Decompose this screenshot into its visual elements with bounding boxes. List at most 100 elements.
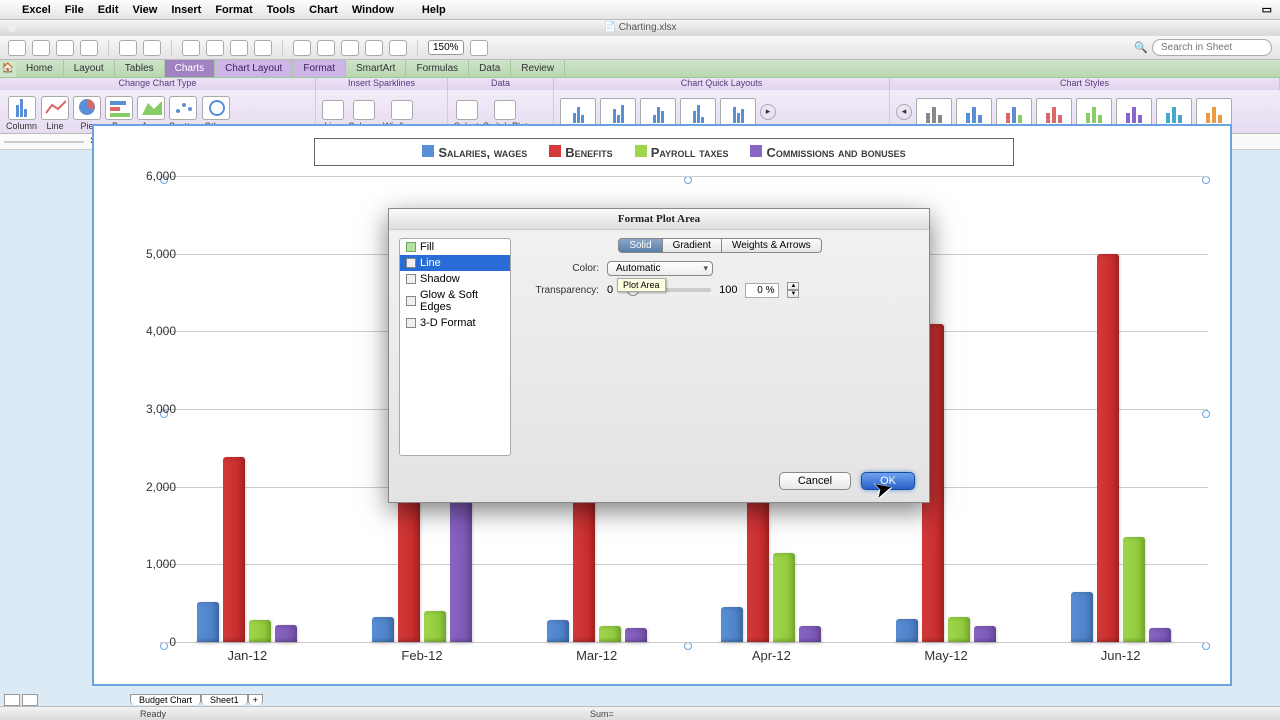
help-icon[interactable]	[470, 40, 488, 56]
menu-file[interactable]: File	[65, 4, 84, 16]
quick-layouts-more-icon[interactable]: ▸	[760, 104, 776, 120]
bar-payroll-taxes[interactable]	[773, 553, 795, 642]
chart-type-column[interactable]: Column	[6, 96, 37, 131]
chart-style-5[interactable]	[1076, 98, 1112, 126]
paste-icon[interactable]	[230, 40, 248, 56]
sort-icon[interactable]	[293, 40, 311, 56]
page-layout-view-button[interactable]	[22, 694, 38, 706]
bar-commissions-and-bonuses[interactable]	[799, 626, 821, 642]
bar-salaries-wages[interactable]	[1071, 592, 1093, 642]
chart-style-1[interactable]	[916, 98, 952, 126]
category-glow[interactable]: Glow & Soft Edges	[400, 287, 510, 315]
undo-icon[interactable]	[119, 40, 137, 56]
quick-layout-4[interactable]	[680, 98, 716, 126]
bar-commissions-and-bonuses[interactable]	[450, 494, 472, 642]
menubar-right-icon[interactable]: ▭	[1262, 3, 1272, 16]
sheet-tab-sheet1[interactable]: Sheet1	[201, 694, 248, 705]
menu-view[interactable]: View	[132, 4, 157, 16]
quick-layout-1[interactable]	[560, 98, 596, 126]
styles-prev-icon[interactable]: ◂	[896, 104, 912, 120]
bar-payroll-taxes[interactable]	[249, 620, 271, 642]
copy-icon[interactable]	[206, 40, 224, 56]
tab-tables[interactable]: Tables	[115, 60, 165, 77]
format-painter-icon[interactable]	[254, 40, 272, 56]
bar-payroll-taxes[interactable]	[599, 626, 621, 642]
menu-chart[interactable]: Chart	[309, 4, 338, 16]
stepper-up-icon[interactable]: ▲	[787, 282, 799, 290]
segment-gradient[interactable]: Gradient	[663, 238, 722, 253]
ok-button[interactable]: OK	[861, 472, 915, 490]
bar-commissions-and-bonuses[interactable]	[625, 628, 647, 642]
tab-layout[interactable]: Layout	[64, 60, 115, 77]
chart-style-7[interactable]	[1156, 98, 1192, 126]
color-dropdown[interactable]: Automatic	[607, 261, 713, 276]
tab-home[interactable]: Home	[16, 60, 64, 77]
menu-help[interactable]: Help	[422, 4, 446, 16]
name-box[interactable]	[4, 141, 84, 143]
category-fill[interactable]: Fill	[400, 239, 510, 255]
transparency-value[interactable]: 0 %	[745, 283, 779, 298]
chart-style-2[interactable]	[956, 98, 992, 126]
plot-handle[interactable]	[684, 642, 692, 650]
toolbox-icon[interactable]	[389, 40, 407, 56]
bar-salaries-wages[interactable]	[547, 620, 569, 642]
chart-legend[interactable]: Salaries, wages Benefits Payroll taxes C…	[314, 138, 1014, 166]
tab-data[interactable]: Data	[469, 60, 511, 77]
stepper-down-icon[interactable]: ▼	[787, 290, 799, 298]
tab-charts[interactable]: Charts	[165, 60, 215, 77]
sheet-tab-budget[interactable]: Budget Chart	[130, 694, 201, 705]
bar-payroll-taxes[interactable]	[948, 617, 970, 642]
category-shadow[interactable]: Shadow	[400, 271, 510, 287]
segment-weights[interactable]: Weights & Arrows	[722, 238, 822, 253]
plot-handle[interactable]	[160, 642, 168, 650]
bar-benefits[interactable]	[223, 457, 245, 642]
save-icon[interactable]	[56, 40, 74, 56]
chart-style-6[interactable]	[1116, 98, 1152, 126]
segment-solid[interactable]: Solid	[618, 238, 662, 253]
bar-salaries-wages[interactable]	[372, 617, 394, 642]
transparency-stepper[interactable]: ▲▼	[787, 282, 799, 298]
chart-style-4[interactable]	[1036, 98, 1072, 126]
home-icon[interactable]: 🏠	[0, 60, 16, 77]
filter-icon[interactable]	[317, 40, 335, 56]
menu-edit[interactable]: Edit	[98, 4, 119, 16]
quick-layout-3[interactable]	[640, 98, 676, 126]
bar-salaries-wages[interactable]	[896, 619, 918, 642]
redo-icon[interactable]	[143, 40, 161, 56]
autosum-icon[interactable]	[341, 40, 359, 56]
normal-view-button[interactable]	[4, 694, 20, 706]
chart-type-line[interactable]: Line	[41, 96, 69, 131]
fx-icon[interactable]	[365, 40, 383, 56]
quick-layout-5[interactable]	[720, 98, 756, 126]
category-line[interactable]: Line	[400, 255, 510, 271]
bar-payroll-taxes[interactable]	[1123, 537, 1145, 642]
category-3d[interactable]: 3-D Format	[400, 315, 510, 331]
chart-style-3[interactable]	[996, 98, 1032, 126]
open-icon[interactable]	[32, 40, 50, 56]
plot-handle[interactable]	[1202, 642, 1210, 650]
dialog-category-list[interactable]: Fill Line Shadow Glow & Soft Edges 3-D F…	[399, 238, 511, 456]
cancel-button[interactable]: Cancel	[779, 472, 851, 490]
bar-salaries-wages[interactable]	[197, 602, 219, 642]
print-icon[interactable]	[80, 40, 98, 56]
menu-format[interactable]: Format	[215, 4, 252, 16]
menu-tools[interactable]: Tools	[267, 4, 296, 16]
quick-layout-2[interactable]	[600, 98, 636, 126]
menu-insert[interactable]: Insert	[171, 4, 201, 16]
add-sheet-button[interactable]: +	[248, 694, 263, 705]
chart-style-8[interactable]	[1196, 98, 1232, 126]
bar-payroll-taxes[interactable]	[424, 611, 446, 642]
menu-excel[interactable]: Excel	[22, 4, 51, 16]
cut-icon[interactable]	[182, 40, 200, 56]
bar-commissions-and-bonuses[interactable]	[275, 625, 297, 642]
tab-smartart[interactable]: SmartArt	[346, 60, 406, 77]
tab-formulas[interactable]: Formulas	[406, 60, 469, 77]
bar-commissions-and-bonuses[interactable]	[1149, 628, 1171, 642]
tab-review[interactable]: Review	[511, 60, 565, 77]
tab-format[interactable]: Format	[293, 60, 346, 77]
zoom-select[interactable]: 150%	[428, 40, 464, 55]
bar-commissions-and-bonuses[interactable]	[974, 626, 996, 642]
search-input[interactable]	[1152, 39, 1272, 56]
tab-chart-layout[interactable]: Chart Layout	[215, 60, 293, 77]
menu-window[interactable]: Window	[352, 4, 394, 16]
